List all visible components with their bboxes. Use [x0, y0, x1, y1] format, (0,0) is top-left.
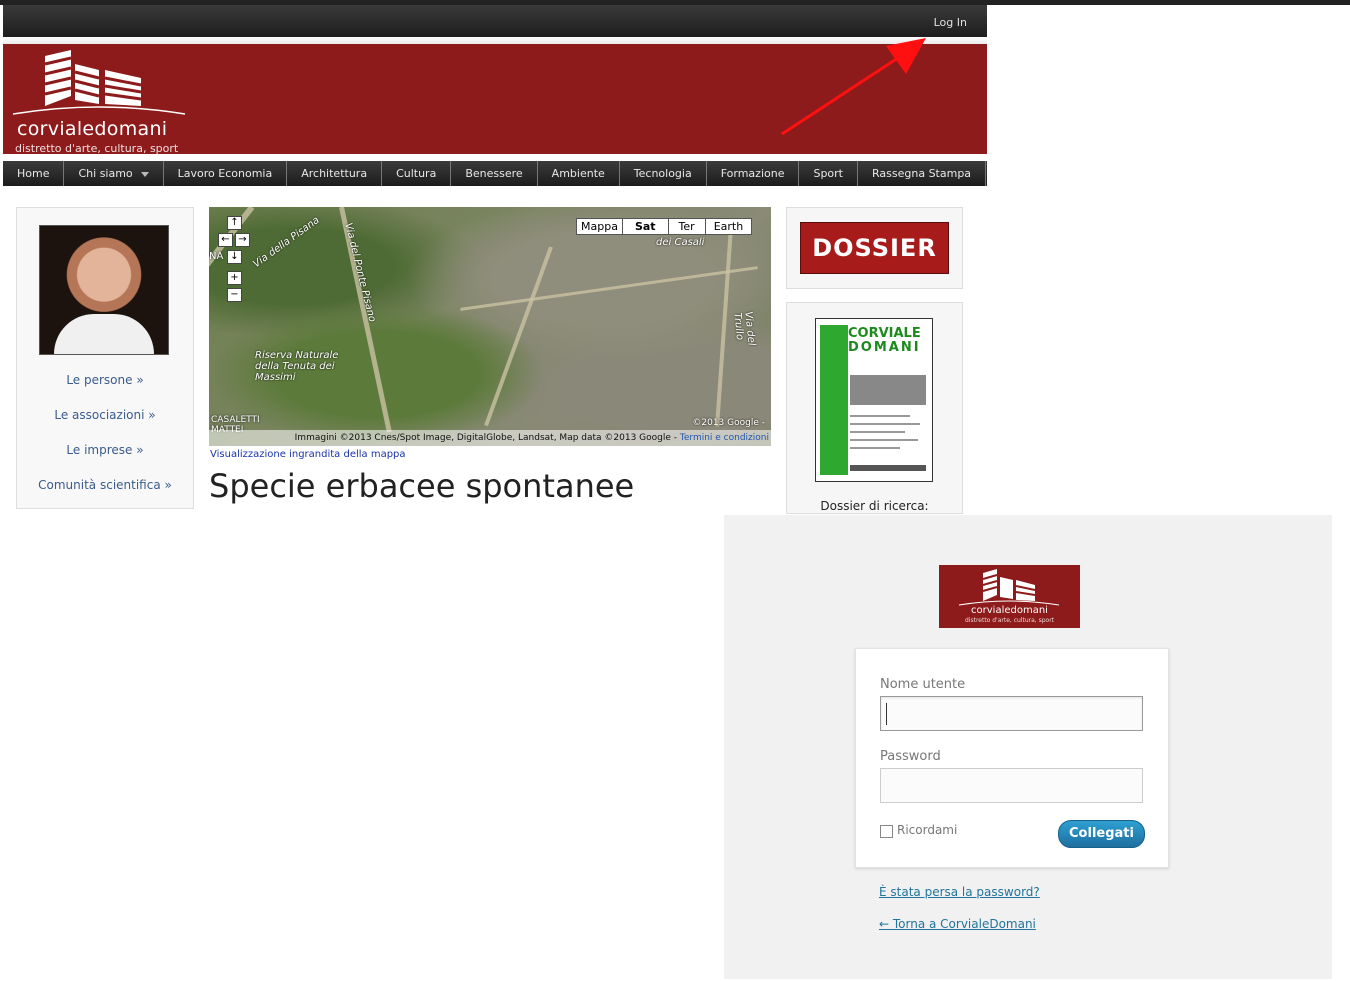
dossier-button[interactable]: DOSSIER [800, 222, 949, 274]
dossier-caption: Dossier di ricerca: [820, 499, 929, 513]
sidebar-link-associazioni[interactable]: Le associazioni » [17, 403, 193, 438]
remember-checkbox[interactable] [880, 825, 893, 838]
nav-item-label: Chi siamo [78, 167, 133, 180]
map-terms-link[interactable]: Termini e condizioni [680, 433, 769, 443]
cover-green-band [820, 325, 848, 475]
dossier-box: DOSSIER [786, 207, 963, 289]
login-submit-button[interactable]: Collegati [1058, 820, 1145, 848]
lost-password-link[interactable]: È stata persa la password? [879, 885, 1040, 899]
sidebar-link-persone[interactable]: Le persone » [17, 368, 193, 403]
nav-item-home[interactable]: Home [3, 161, 65, 186]
remember-label: Ricordami [897, 823, 958, 837]
map-label-trullo: Via del Trullo [731, 310, 757, 347]
password-label: Password [880, 749, 941, 764]
login-logo[interactable]: corvialedomani distretto d'arte, cultura… [939, 565, 1080, 628]
profile-photo [39, 225, 169, 355]
sidebar-links: Le persone » Le associazioni » Le impres… [17, 368, 193, 508]
map-label-casali: dei Casali [656, 237, 705, 248]
satellite-map[interactable]: ↑ ← → ↓ + − Mappa Sat Ter Earth NA Via d… [209, 207, 771, 446]
logo-brand: corvialedomani [17, 118, 168, 140]
nav-item-sport[interactable]: Sport [799, 161, 858, 186]
building-logo-icon [958, 569, 1060, 606]
nav-item-cultura[interactable]: Cultura [382, 161, 452, 186]
sidebar-link-imprese[interactable]: Le imprese » [17, 438, 193, 473]
nav-item-formazione[interactable]: Formazione [707, 161, 800, 186]
map-road [460, 266, 758, 311]
sidebar-link-comunita[interactable]: Comunità scientifica » [17, 473, 193, 508]
cover-title-2: DOMANI [848, 340, 921, 355]
map-type-earth[interactable]: Earth [704, 218, 753, 235]
pan-right-button[interactable]: → [235, 233, 250, 247]
pan-left-button[interactable]: ← [218, 233, 233, 247]
cover-text-line [850, 439, 918, 441]
nav-item-architettura[interactable]: Architettura [287, 161, 383, 186]
nav-item-tecnologia[interactable]: Tecnologia [620, 161, 707, 186]
main-nav: Home Chi siamo Lavoro Economia Architett… [3, 161, 987, 186]
map-label-pisana: Via della Pisana [251, 214, 322, 271]
map-road [484, 246, 553, 427]
nav-item-ambiente[interactable]: Ambiente [538, 161, 620, 186]
map-label-na: NA [209, 251, 224, 262]
map-type-sat[interactable]: Sat [621, 218, 669, 235]
nav-item-chi-siamo[interactable]: Chi siamo [64, 161, 164, 186]
map-road [715, 226, 733, 427]
cover-text-line [850, 431, 905, 433]
map-type-ter[interactable]: Ter [667, 218, 706, 235]
password-input[interactable] [880, 768, 1143, 803]
nav-item-benessere[interactable]: Benessere [451, 161, 538, 186]
cover-text-line [850, 415, 910, 417]
map-copyright: ©2013 Google - [692, 418, 765, 428]
left-sidebar: Le persone » Le associazioni » Le impres… [16, 207, 194, 509]
red-arrow-annotation [781, 38, 926, 136]
cover-footer-bar [850, 465, 926, 471]
enlarge-map-link[interactable]: Visualizzazione ingrandita della mappa [210, 449, 406, 460]
map-label-riserva: Riserva Naturale della Tenuta dei Massim… [255, 350, 339, 383]
map-type-mappa[interactable]: Mappa [576, 218, 623, 235]
map-attribution-text: Immagini ©2013 Cnes/Spot Image, DigitalG… [294, 433, 678, 443]
username-label: Nome utente [880, 677, 966, 692]
pan-down-button[interactable]: ↓ [227, 250, 242, 264]
dossier-cover-image[interactable]: CORVIALE DOMANI [815, 318, 933, 482]
photo-shirt [54, 314, 154, 354]
chevron-down-icon [140, 171, 149, 177]
nav-item-lavoro-economia[interactable]: Lavoro Economia [164, 161, 288, 186]
pan-up-button[interactable]: ↑ [227, 216, 242, 230]
login-panel: corvialedomani distretto d'arte, cultura… [724, 515, 1332, 979]
article-title: Specie erbacee spontanee [209, 467, 635, 505]
login-form: Nome utente Password Ricordami Collegati [855, 648, 1169, 868]
cover-text-line [850, 423, 920, 425]
zoom-out-button[interactable]: − [227, 288, 242, 302]
back-to-site-link[interactable]: ← Torna a CorvialeDomani [879, 917, 1036, 931]
map-attribution: Immagini ©2013 Cnes/Spot Image, DigitalG… [209, 430, 771, 446]
zoom-in-button[interactable]: + [227, 271, 242, 285]
login-link[interactable]: Log In [934, 16, 967, 29]
admin-top-bar: Log In [3, 5, 987, 37]
cover-title-1: CORVIALE [848, 326, 921, 341]
cover-text-line [850, 447, 900, 449]
cover-photo [850, 375, 926, 405]
logo-tagline: distretto d'arte, cultura, sport [15, 142, 179, 155]
dossier-cover-box: CORVIALE DOMANI Dossier di ricerca: [786, 302, 963, 514]
map-type-selector: Mappa Sat Ter Earth [576, 218, 753, 235]
building-logo-icon [12, 50, 186, 115]
nav-item-rassegna-stampa[interactable]: Rassegna Stampa [858, 161, 987, 186]
text-cursor [886, 703, 887, 725]
login-logo-brand: corvialedomani [971, 605, 1048, 616]
login-logo-tagline: distretto d'arte, cultura, sport [964, 617, 1055, 624]
username-input[interactable] [880, 696, 1143, 731]
site-logo[interactable]: corvialedomani distretto d'arte, cultura… [9, 48, 189, 155]
